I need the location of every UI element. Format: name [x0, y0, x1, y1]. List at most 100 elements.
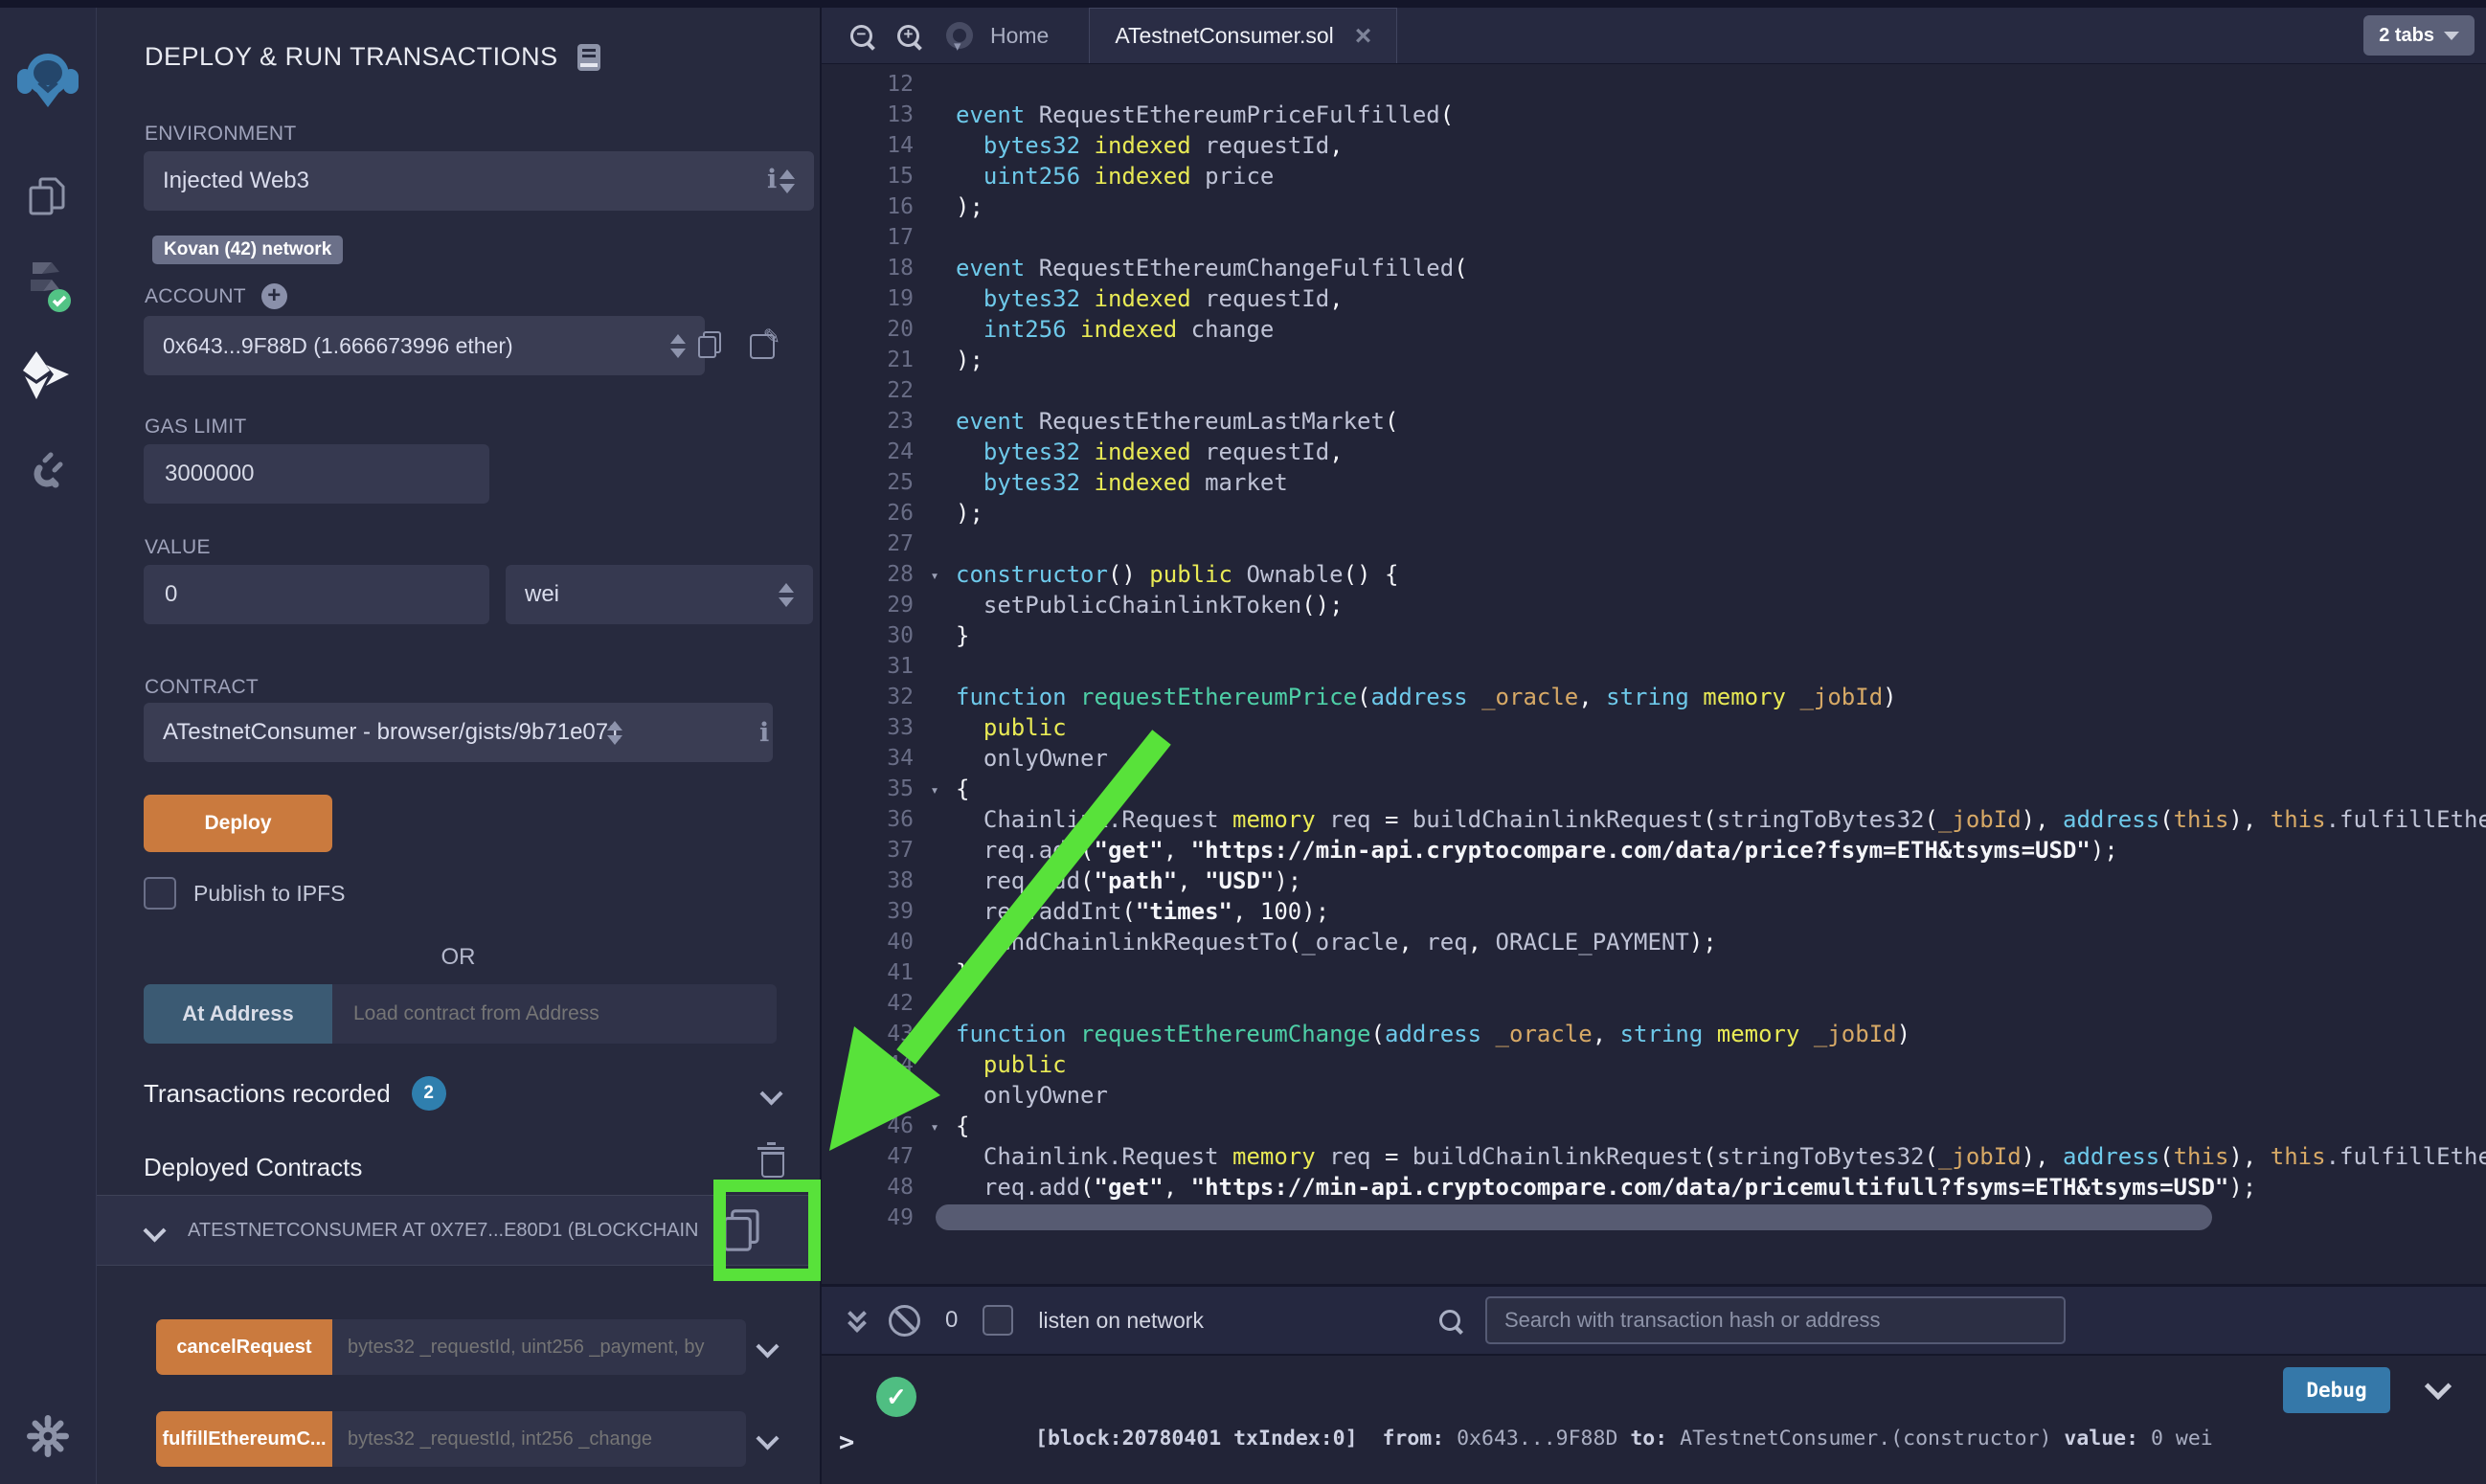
code-line: 13event RequestEthereumPriceFulfilled(: [822, 100, 2486, 130]
contract-info-icon[interactable]: [759, 718, 773, 748]
transactions-recorded-label: Transactions recorded: [144, 1079, 391, 1109]
tab-home[interactable]: Home: [990, 23, 1049, 49]
code-line: 27: [822, 528, 2486, 559]
code-line: 18event RequestEthereumChangeFulfilled(: [822, 253, 2486, 283]
documentation-icon[interactable]: [577, 44, 600, 71]
panel-title: DEPLOY & RUN TRANSACTIONS: [145, 42, 558, 72]
code-line: 46▾{: [822, 1111, 2486, 1141]
deploy-run-icon[interactable]: [0, 345, 96, 408]
remix-logo-icon[interactable]: [0, 44, 96, 117]
home-tab-icon[interactable]: [946, 22, 973, 49]
publish-ipfs-checkbox[interactable]: [144, 877, 176, 910]
tab-bar: − + Home ATestnetConsumer.sol × 2 tabs: [822, 8, 2486, 64]
tabs-count-label: 2 tabs: [2379, 25, 2434, 47]
environment-info-icon[interactable]: [767, 165, 780, 194]
deployed-contract-row[interactable]: ATESTNETCONSUMER AT 0X7E7...E80D1 (BLOCK…: [97, 1195, 820, 1266]
value-label: VALUE: [145, 536, 211, 559]
cancel-request-args-input[interactable]: [332, 1319, 746, 1375]
code-line: 38 req.add("path", "USD");: [822, 866, 2486, 896]
code-lines: 1213event RequestEthereumPriceFulfilled(…: [822, 63, 2486, 1233]
tx-log-entry[interactable]: [block:20780401 txIndex:0] from: 0x643..…: [1035, 1367, 2213, 1484]
zoom-in-icon[interactable]: +: [897, 25, 919, 47]
code-line: 28▾constructor() public Ownable() {: [822, 559, 2486, 590]
environment-select[interactable]: Injected Web3: [144, 151, 814, 211]
editor-area: − + Home ATestnetConsumer.sol × 2 tabs 1…: [822, 8, 2486, 1484]
select-caret-icon: [779, 583, 794, 607]
code-line: 12: [822, 69, 2486, 100]
transactions-count-badge: 2: [412, 1076, 446, 1111]
gas-limit-input[interactable]: [144, 444, 489, 504]
active-tab-label: ATestnetConsumer.sol: [1115, 23, 1333, 49]
code-line: 35▾{: [822, 774, 2486, 804]
contract-select[interactable]: ATestnetConsumer - browser/gists/9b71e07…: [144, 703, 773, 762]
code-line: 20 int256 indexed change: [822, 314, 2486, 345]
code-line: 22: [822, 375, 2486, 406]
copy-contract-address-icon[interactable]: [723, 1209, 758, 1250]
code-line: 30}: [822, 620, 2486, 651]
code-line: 15 uint256 indexed price: [822, 161, 2486, 191]
deploy-run-panel: DEPLOY & RUN TRANSACTIONS ENVIRONMENT In…: [97, 8, 822, 1484]
copy-account-icon[interactable]: [698, 331, 721, 358]
code-line: 45 onlyOwner: [822, 1080, 2486, 1111]
gas-limit-label: GAS LIMIT: [145, 416, 247, 438]
listen-network-checkbox[interactable]: [983, 1305, 1013, 1336]
tabs-count-button[interactable]: 2 tabs: [2363, 15, 2475, 56]
or-separator: OR: [97, 944, 820, 971]
cancel-request-expand-icon[interactable]: [756, 1335, 779, 1358]
horizontal-scrollbar[interactable]: [936, 1204, 2212, 1230]
file-explorer-icon[interactable]: [0, 169, 96, 226]
terminal-prompt[interactable]: >: [839, 1428, 854, 1457]
account-select[interactable]: 0x643...9F88D (1.666673996 ether): [144, 316, 705, 375]
code-line: 17: [822, 222, 2486, 253]
tx-log-line1: [block:20780401 txIndex:0] from: 0x643..…: [1035, 1425, 2213, 1453]
listen-network-label: listen on network: [1038, 1308, 1204, 1334]
code-line: 19 bytes32 indexed requestId,: [822, 283, 2486, 314]
code-line: 23event RequestEthereumLastMarket(: [822, 406, 2486, 437]
contract-collapse-icon[interactable]: [143, 1219, 166, 1242]
code-line: 24 bytes32 indexed requestId,: [822, 437, 2486, 467]
terminal: 0 listen on network [block:20780401 txIn…: [822, 1284, 2486, 1484]
code-line: 43function requestEthereumChange(address…: [822, 1019, 2486, 1049]
debug-button[interactable]: Debug: [2283, 1367, 2390, 1413]
pending-tx-count: 0: [945, 1307, 958, 1334]
fulfill-ethereum-args-input[interactable]: [332, 1411, 746, 1467]
add-account-icon[interactable]: [261, 283, 287, 309]
terminal-menu-bar: 0 listen on network: [822, 1284, 2486, 1356]
value-unit: wei: [525, 581, 559, 608]
terminal-expand-icon[interactable]: [850, 1312, 864, 1330]
value-unit-select[interactable]: wei: [506, 565, 813, 624]
fulfill-ethereum-button[interactable]: fulfillEthereumC...: [156, 1411, 332, 1467]
code-line: 29 setPublicChainlinkToken();: [822, 590, 2486, 620]
tx-success-icon: [876, 1377, 916, 1417]
top-strip: [0, 0, 2486, 8]
settings-gear-icon[interactable]: [0, 1407, 96, 1465]
at-address-input[interactable]: [332, 984, 777, 1044]
deployed-contracts-label: Deployed Contracts: [144, 1153, 362, 1182]
account-label: ACCOUNT: [145, 285, 246, 308]
code-line: 47 Chainlink.Request memory req = buildC…: [822, 1141, 2486, 1172]
code-line: 44 public: [822, 1049, 2486, 1080]
edit-account-icon[interactable]: [750, 334, 775, 359]
tab-active-file[interactable]: ATestnetConsumer.sol ×: [1089, 8, 1397, 63]
remix-ide-window: DEPLOY & RUN TRANSACTIONS ENVIRONMENT In…: [0, 0, 2486, 1484]
code-line: 25 bytes32 indexed market: [822, 467, 2486, 498]
clear-deployed-trash-icon[interactable]: [761, 1152, 784, 1178]
close-tab-icon[interactable]: ×: [1355, 27, 1372, 46]
fulfill-ethereum-expand-icon[interactable]: [756, 1427, 779, 1450]
plugin-manager-icon[interactable]: [0, 440, 96, 498]
code-line: 34 onlyOwner: [822, 743, 2486, 774]
code-line: 32function requestEthereumPrice(address …: [822, 682, 2486, 712]
tx-expand-icon[interactable]: [2429, 1377, 2448, 1401]
zoom-out-icon[interactable]: −: [850, 25, 872, 47]
icon-sidebar: [0, 8, 97, 1484]
solidity-compiler-icon[interactable]: [0, 255, 96, 318]
code-editor[interactable]: 1213event RequestEthereumPriceFulfilled(…: [822, 63, 2486, 1284]
deploy-button[interactable]: Deploy: [144, 795, 332, 852]
at-address-button[interactable]: At Address: [144, 984, 332, 1044]
terminal-search-input[interactable]: [1485, 1296, 2066, 1344]
transactions-expand-icon[interactable]: [759, 1082, 782, 1105]
clear-console-icon[interactable]: [889, 1305, 920, 1337]
value-input[interactable]: [144, 565, 489, 624]
cancel-request-button[interactable]: cancelRequest: [156, 1319, 332, 1375]
select-caret-icon: [607, 721, 622, 745]
